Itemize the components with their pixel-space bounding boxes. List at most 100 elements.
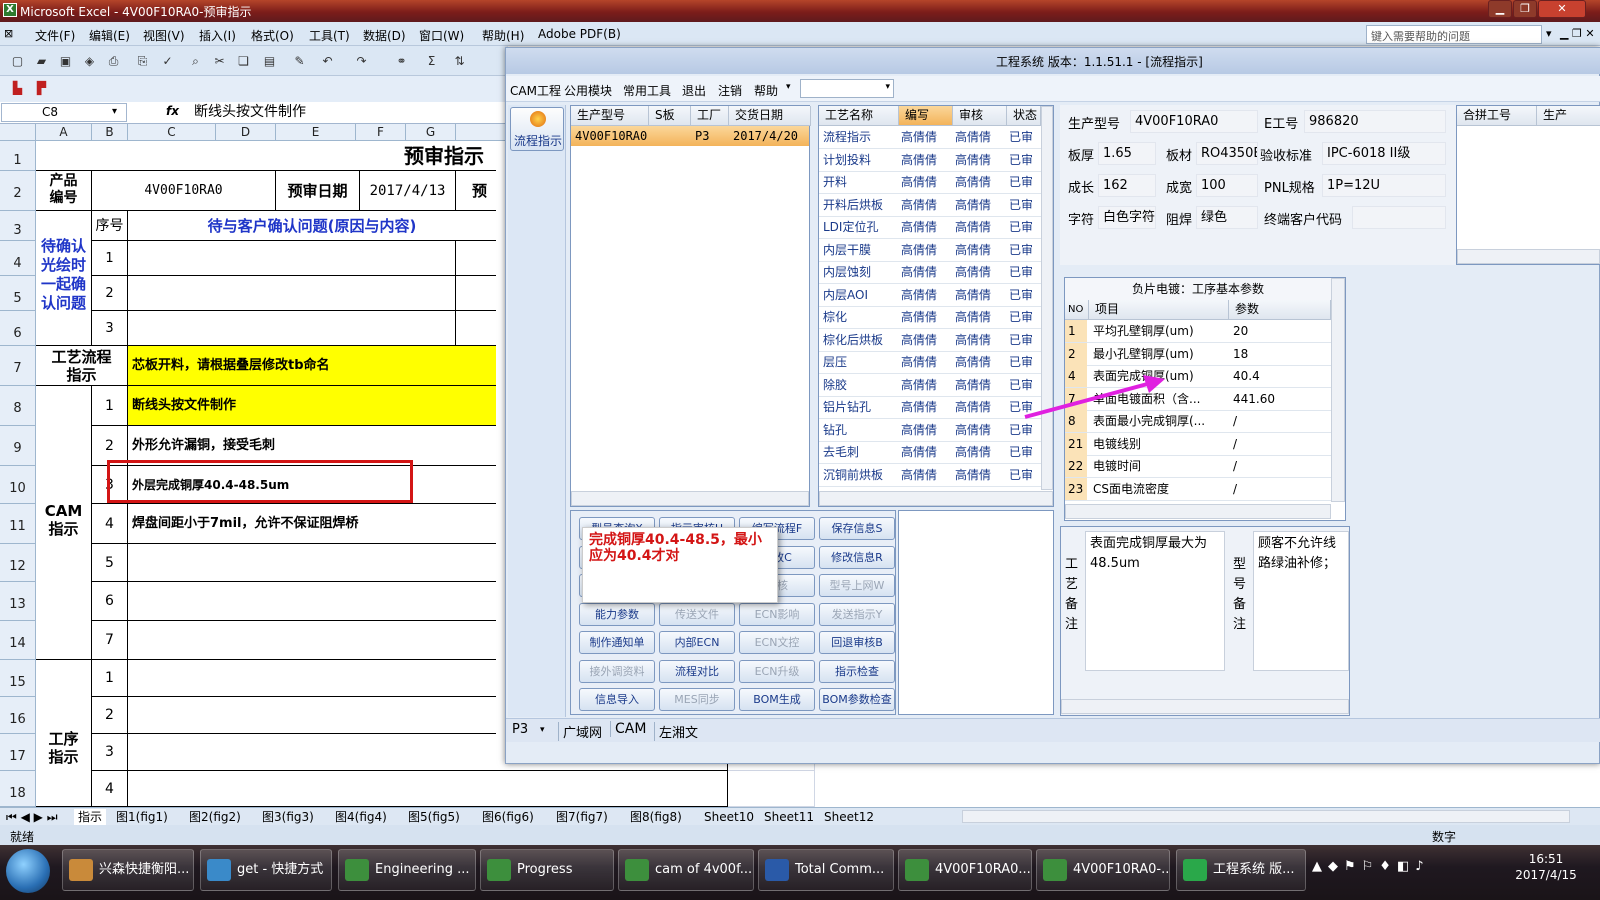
cam-text[interactable] <box>128 582 496 621</box>
info-material[interactable]: RO4350B <box>1196 142 1258 165</box>
param-row[interactable]: 2 最小孔壁铜厚(um) 18 <box>1065 342 1331 366</box>
sheet-tab[interactable]: 图7(fig7) <box>556 809 608 825</box>
sort-asc-icon[interactable]: ⇅ <box>452 54 467 69</box>
clock[interactable]: 16:51 2017/4/15 <box>1506 851 1586 883</box>
info-thick[interactable]: 1.65 <box>1098 142 1156 165</box>
action-button[interactable]: 传送文件 <box>659 602 735 626</box>
col-header-b[interactable]: B <box>92 124 128 141</box>
row-header[interactable]: 7 <box>0 346 36 386</box>
taskbar-item[interactable]: Total Comm... <box>758 849 894 891</box>
col-header-f[interactable]: F <box>356 124 406 141</box>
sheet-tab[interactable]: 图1(fig1) <box>116 809 168 825</box>
col-sboard[interactable]: S板 <box>649 106 691 126</box>
params-vscrollbar[interactable] <box>1331 278 1345 502</box>
paste-icon[interactable]: ▤ <box>262 54 277 69</box>
row-header[interactable]: 4 <box>0 241 36 276</box>
row-header[interactable]: 8 <box>0 386 36 426</box>
col-merge-no[interactable]: 合拼工号 <box>1457 106 1537 126</box>
process-text[interactable] <box>128 697 496 734</box>
process-row[interactable]: 计划投料 高倩倩 高倩倩 已审 <box>819 149 1041 172</box>
col-status[interactable]: 状态 <box>1007 106 1041 126</box>
param-row[interactable]: 1 平均孔壁铜厚(um) 20 <box>1065 320 1331 343</box>
info-pnl[interactable]: 1P=12U <box>1322 174 1446 197</box>
menu-edit[interactable]: 编辑(E) <box>89 27 130 44</box>
row-header[interactable]: 6 <box>0 311 36 346</box>
params-hscrollbar[interactable] <box>1065 504 1331 519</box>
maximize-icon[interactable]: ❐ <box>1513 0 1537 18</box>
col-delivery[interactable]: 交货日期 <box>729 106 811 126</box>
cut-icon[interactable]: ✂ <box>212 54 227 69</box>
menu-tools[interactable]: 工具(T) <box>309 27 350 44</box>
flow-text[interactable]: 芯板开料，请根据叠层修改tb命名 <box>128 346 496 386</box>
sheet-tab[interactable]: 图3(fig3) <box>262 809 314 825</box>
print-preview-icon[interactable]: ⎘ <box>135 54 150 69</box>
new-icon[interactable]: ▢ <box>10 54 25 69</box>
pdf-email-icon[interactable]: ▛ <box>34 81 49 96</box>
cam-text[interactable] <box>128 621 496 660</box>
taskbar-item[interactable]: 兴森快捷衡阳... <box>62 849 194 891</box>
save-icon[interactable]: ▣ <box>58 54 73 69</box>
status-factory[interactable]: P3 <box>512 722 528 737</box>
process-row[interactable]: 铝片钻孔 高倩倩 高倩倩 已审 <box>819 396 1041 419</box>
action-button[interactable]: 型号上网W <box>819 574 895 597</box>
sheet-tab[interactable]: 图8(fig8) <box>630 809 682 825</box>
action-button[interactable]: 信息导入 <box>579 688 655 711</box>
craft-note-text[interactable]: 表面完成铜厚最大为48.5um <box>1085 531 1225 671</box>
row-header[interactable]: 9 <box>0 426 36 466</box>
close-icon[interactable]: ✕ <box>1538 0 1586 18</box>
spelling-icon[interactable]: ✓ <box>160 54 175 69</box>
pending-cell[interactable] <box>128 241 456 276</box>
tray-icons[interactable]: ▲◆⚑⚐♦◧♪ <box>1312 859 1430 874</box>
menu-view[interactable]: 视图(V) <box>143 27 185 44</box>
process-row[interactable]: 内层干膜 高倩倩 高倩倩 已审 <box>819 239 1041 262</box>
taskbar-item[interactable]: get - 快捷方式 <box>200 849 332 891</box>
row-header[interactable]: 2 <box>0 171 36 211</box>
action-button[interactable]: 能力参数 <box>579 602 655 626</box>
process-row[interactable]: 内层蚀刻 高倩倩 高倩倩 已审 <box>819 261 1041 284</box>
sheet-tab[interactable]: Sheet12 <box>824 809 874 825</box>
taskbar-item[interactable]: 4V00F10RA0-... <box>1036 849 1170 891</box>
pending-cell[interactable] <box>128 276 456 311</box>
formula-input[interactable]: 断线头按文件制作 <box>186 103 506 122</box>
undo-icon[interactable]: ↶ <box>320 54 335 69</box>
row-header[interactable]: 13 <box>0 582 36 621</box>
help-search-input[interactable]: 键入需要帮助的问题 <box>1366 25 1542 44</box>
row-header[interactable]: 14 <box>0 621 36 660</box>
info-len[interactable]: 162 <box>1098 174 1156 197</box>
menu-window[interactable]: 窗口(W) <box>419 27 464 44</box>
pending-cell[interactable] <box>456 241 496 276</box>
research-icon[interactable]: ⌕ <box>188 54 203 69</box>
chevron-down-icon[interactable]: ▾ <box>540 725 545 735</box>
format-painter-icon[interactable]: ✎ <box>292 54 307 69</box>
process-row[interactable]: 棕化后烘板 高倩倩 高倩倩 已审 <box>819 329 1041 352</box>
open-icon[interactable]: ▰ <box>34 54 49 69</box>
autosum-icon[interactable]: Σ <box>424 54 439 69</box>
eng-menu-common[interactable]: 公用模块 <box>564 82 612 99</box>
info-mask[interactable]: 绿色 <box>1196 206 1258 229</box>
taskbar-item[interactable]: Progress <box>480 849 614 891</box>
process-row[interactable]: 沉铜前烘板 高倩倩 高倩倩 已审 <box>819 464 1041 487</box>
product-no-value[interactable]: 4V00F10RA0 <box>92 171 276 211</box>
col-factory[interactable]: 工厂 <box>691 106 729 126</box>
name-box[interactable]: C8 <box>1 103 127 122</box>
process-row[interactable]: 开料后烘板 高倩倩 高倩倩 已审 <box>819 194 1041 217</box>
row-header[interactable]: 15 <box>0 660 36 697</box>
col-header-g[interactable]: G <box>406 124 456 141</box>
row-header[interactable]: 12 <box>0 544 36 582</box>
namebox-dropdown-icon[interactable]: ▾ <box>112 106 117 117</box>
pending-cell[interactable] <box>128 311 456 346</box>
workbook-icon[interactable]: ⊠ <box>4 27 13 40</box>
doc-minimize-icon[interactable]: ▁ ❐ ✕ <box>1560 27 1595 40</box>
excel-icon[interactable]: X <box>3 3 17 17</box>
pending-cell[interactable] <box>456 276 496 311</box>
info-wid[interactable]: 100 <box>1196 174 1258 197</box>
sheet-tab[interactable]: Sheet10 <box>704 809 754 825</box>
taskbar-item[interactable]: 4V00F10RA0... <box>898 849 1032 891</box>
action-button[interactable]: 流程对比 <box>659 659 735 683</box>
sheet-tab[interactable]: 图5(fig5) <box>408 809 460 825</box>
pending-cell[interactable] <box>456 311 496 346</box>
action-button[interactable]: 发送指示Y <box>819 602 895 626</box>
col-header-c[interactable]: C <box>128 124 216 141</box>
row-header[interactable]: 11 <box>0 504 36 544</box>
eng-menu-logout[interactable]: 注销 <box>718 82 742 99</box>
